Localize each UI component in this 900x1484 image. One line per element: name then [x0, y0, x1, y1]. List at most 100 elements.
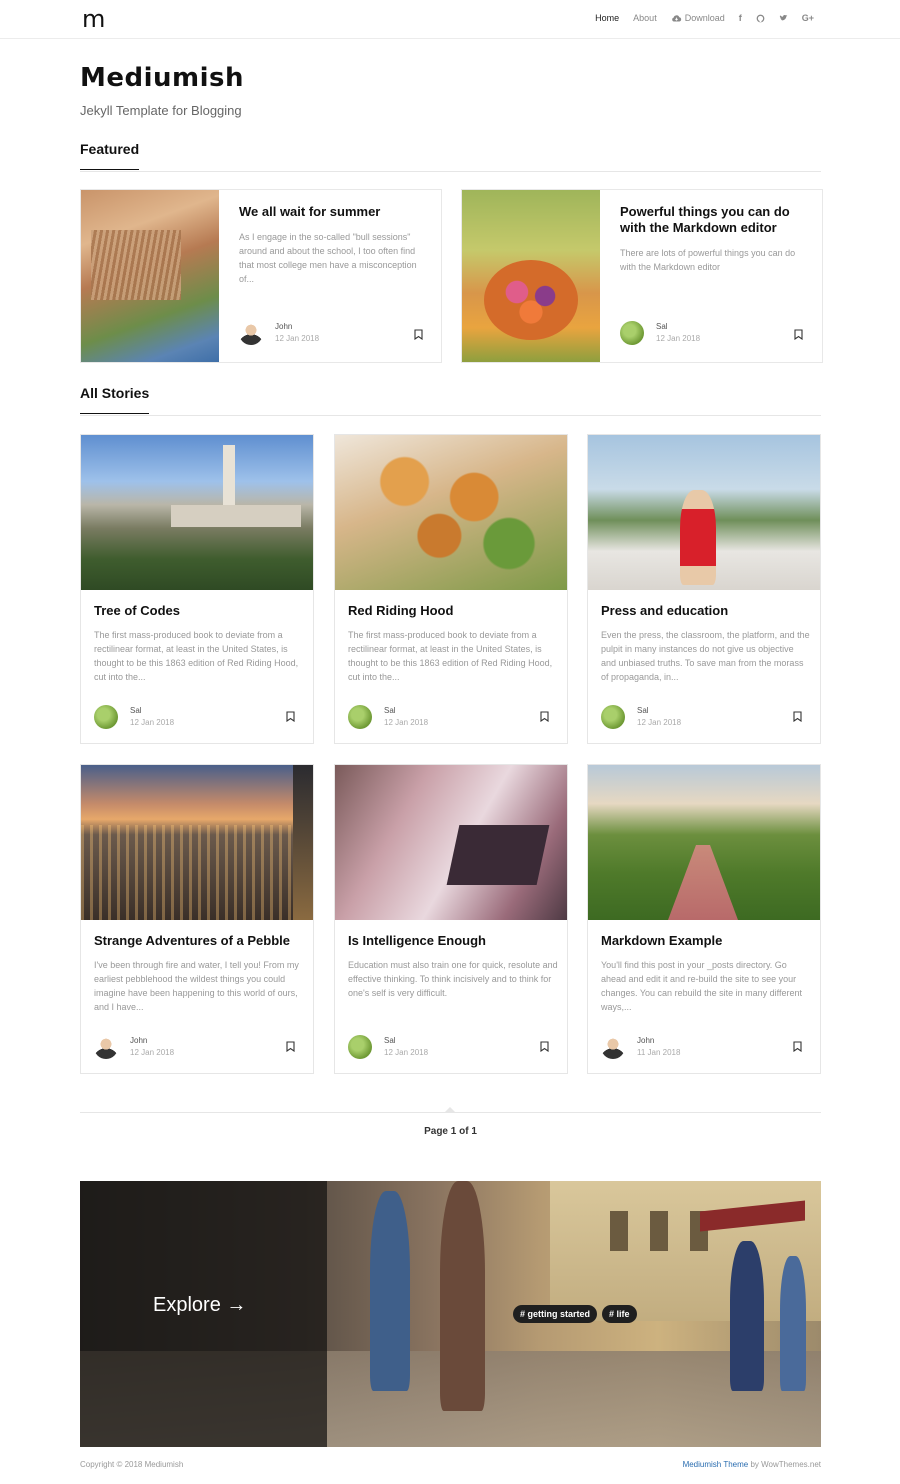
- story-excerpt: The first mass-produced book to deviate …: [348, 630, 553, 682]
- site-title: Mediumish: [80, 63, 245, 93]
- story-title[interactable]: Strange Adventures of a Pebble: [94, 933, 304, 948]
- facebook-icon[interactable]: f: [739, 13, 742, 23]
- avatar[interactable]: [348, 705, 372, 729]
- author-name[interactable]: John: [275, 322, 292, 331]
- site-subtitle: Jekyll Template for Blogging: [80, 103, 242, 118]
- story-card[interactable]: Tree of Codes The first mass-produced bo…: [80, 434, 314, 744]
- featured-excerpt: As I engage in the so-called "bull sessi…: [239, 232, 417, 284]
- post-date: 12 Jan 2018: [384, 1048, 429, 1057]
- author-name[interactable]: Sal: [656, 322, 668, 331]
- story-excerpt: Education must also train one for quick,…: [348, 960, 558, 998]
- explore-banner: Explore → # getting started # life: [80, 1181, 821, 1447]
- story-title[interactable]: Tree of Codes: [94, 603, 304, 618]
- explore-link[interactable]: Explore →: [153, 1294, 246, 1317]
- nav-link-download-label: Download: [684, 13, 725, 23]
- twitter-icon[interactable]: [779, 14, 788, 22]
- author-name[interactable]: Sal: [130, 706, 142, 715]
- building-graphic: [171, 505, 301, 527]
- story-image[interactable]: [588, 435, 820, 590]
- top-navbar: m Home About Download f G+: [0, 0, 900, 39]
- featured-title[interactable]: Powerful things you can do with the Mark…: [620, 204, 805, 236]
- story-card[interactable]: Red Riding Hood The first mass-produced …: [334, 434, 568, 744]
- story-excerpt: You'll find this post in your _posts dir…: [601, 960, 802, 1012]
- featured-excerpt: There are lots of powerful things you ca…: [620, 248, 796, 272]
- nav-link-home[interactable]: Home: [595, 13, 619, 23]
- avatar[interactable]: [601, 705, 625, 729]
- featured-heading: Featured: [80, 141, 140, 170]
- author-name[interactable]: Sal: [384, 706, 396, 715]
- author-name[interactable]: Sal: [384, 1036, 396, 1045]
- author-name[interactable]: John: [130, 1036, 147, 1045]
- avatar[interactable]: [348, 1035, 372, 1059]
- story-image[interactable]: [588, 765, 820, 920]
- footer-credit: Mediumish Theme by WowThemes.net: [683, 1460, 821, 1469]
- bookmark-icon[interactable]: [540, 1041, 549, 1052]
- pagination-caret: [444, 1107, 456, 1113]
- site-logo[interactable]: m: [82, 6, 105, 32]
- story-title[interactable]: Markdown Example: [601, 933, 811, 948]
- avatar[interactable]: [620, 321, 644, 345]
- nav-link-download[interactable]: Download: [671, 13, 725, 23]
- person-graphic: [780, 1256, 806, 1391]
- avatar[interactable]: [94, 705, 118, 729]
- featured-image[interactable]: [81, 190, 219, 362]
- story-card[interactable]: Is Intelligence Enough Education must al…: [334, 764, 568, 1074]
- all-stories-heading: All Stories: [80, 385, 150, 414]
- story-title[interactable]: Press and education: [601, 603, 811, 618]
- page-indicator: Page 1 of 1: [424, 1126, 477, 1137]
- author-name[interactable]: Sal: [637, 706, 649, 715]
- story-image[interactable]: [81, 435, 313, 590]
- github-icon[interactable]: [756, 14, 765, 23]
- post-date: 12 Jan 2018: [275, 334, 320, 343]
- person-graphic: [730, 1241, 764, 1391]
- featured-card[interactable]: Powerful things you can do with the Mark…: [461, 189, 823, 363]
- bookmark-icon[interactable]: [794, 329, 803, 340]
- nav-links: Home About Download f G+: [595, 13, 814, 23]
- bookmark-icon[interactable]: [286, 711, 295, 722]
- person-graphic: [370, 1191, 410, 1391]
- avatar[interactable]: [601, 1035, 625, 1059]
- bookmark-icon[interactable]: [793, 711, 802, 722]
- laptop-graphic: [446, 825, 550, 885]
- featured-heading-bar: Featured: [80, 141, 821, 172]
- story-image[interactable]: [81, 765, 313, 920]
- footer-theme-link[interactable]: Mediumish Theme: [683, 1460, 749, 1469]
- story-excerpt: Even the press, the classroom, the platf…: [601, 630, 810, 682]
- bookmark-icon[interactable]: [793, 1041, 802, 1052]
- egg-basket-graphic: [484, 260, 578, 340]
- story-title[interactable]: Red Riding Hood: [348, 603, 558, 618]
- avatar[interactable]: [239, 321, 263, 345]
- person-graphic: [440, 1181, 485, 1411]
- story-card[interactable]: Strange Adventures of a Pebble I've been…: [80, 764, 314, 1074]
- bookmark-icon[interactable]: [414, 329, 423, 340]
- avatar[interactable]: [94, 1035, 118, 1059]
- featured-image[interactable]: [462, 190, 600, 362]
- story-card[interactable]: Press and education Even the press, the …: [587, 434, 821, 744]
- bookmark-icon[interactable]: [540, 711, 549, 722]
- featured-card[interactable]: We all wait for summer As I engage in th…: [80, 189, 442, 363]
- pagination: Page 1 of 1: [80, 1107, 821, 1137]
- city-lights-graphic: [81, 825, 313, 920]
- woman-red-dress-graphic: [680, 490, 716, 585]
- all-stories-heading-bar: All Stories: [80, 385, 821, 416]
- nav-link-about[interactable]: About: [633, 13, 657, 23]
- footer-by: by WowThemes.net: [748, 1460, 821, 1469]
- author-name[interactable]: John: [637, 1036, 654, 1045]
- story-card[interactable]: Markdown Example You'll find this post i…: [587, 764, 821, 1074]
- story-title[interactable]: Is Intelligence Enough: [348, 933, 558, 948]
- story-excerpt: The first mass-produced book to deviate …: [94, 630, 299, 682]
- tag-getting-started[interactable]: # getting started: [513, 1305, 598, 1323]
- tag-life[interactable]: # life: [602, 1305, 637, 1323]
- story-image[interactable]: [335, 435, 567, 590]
- restaurant-sign-graphic: [700, 1200, 805, 1232]
- fringe-graphic: [91, 230, 181, 300]
- story-image[interactable]: [335, 765, 567, 920]
- post-date: 12 Jan 2018: [637, 718, 682, 727]
- street-graphic: [668, 845, 738, 920]
- post-date: 11 Jan 2018: [637, 1048, 681, 1057]
- bookmark-icon[interactable]: [286, 1041, 295, 1052]
- featured-title[interactable]: We all wait for summer: [239, 204, 424, 220]
- skyscraper-graphic: [293, 765, 313, 920]
- google-plus-icon[interactable]: G+: [802, 13, 814, 23]
- post-date: 12 Jan 2018: [130, 1048, 175, 1057]
